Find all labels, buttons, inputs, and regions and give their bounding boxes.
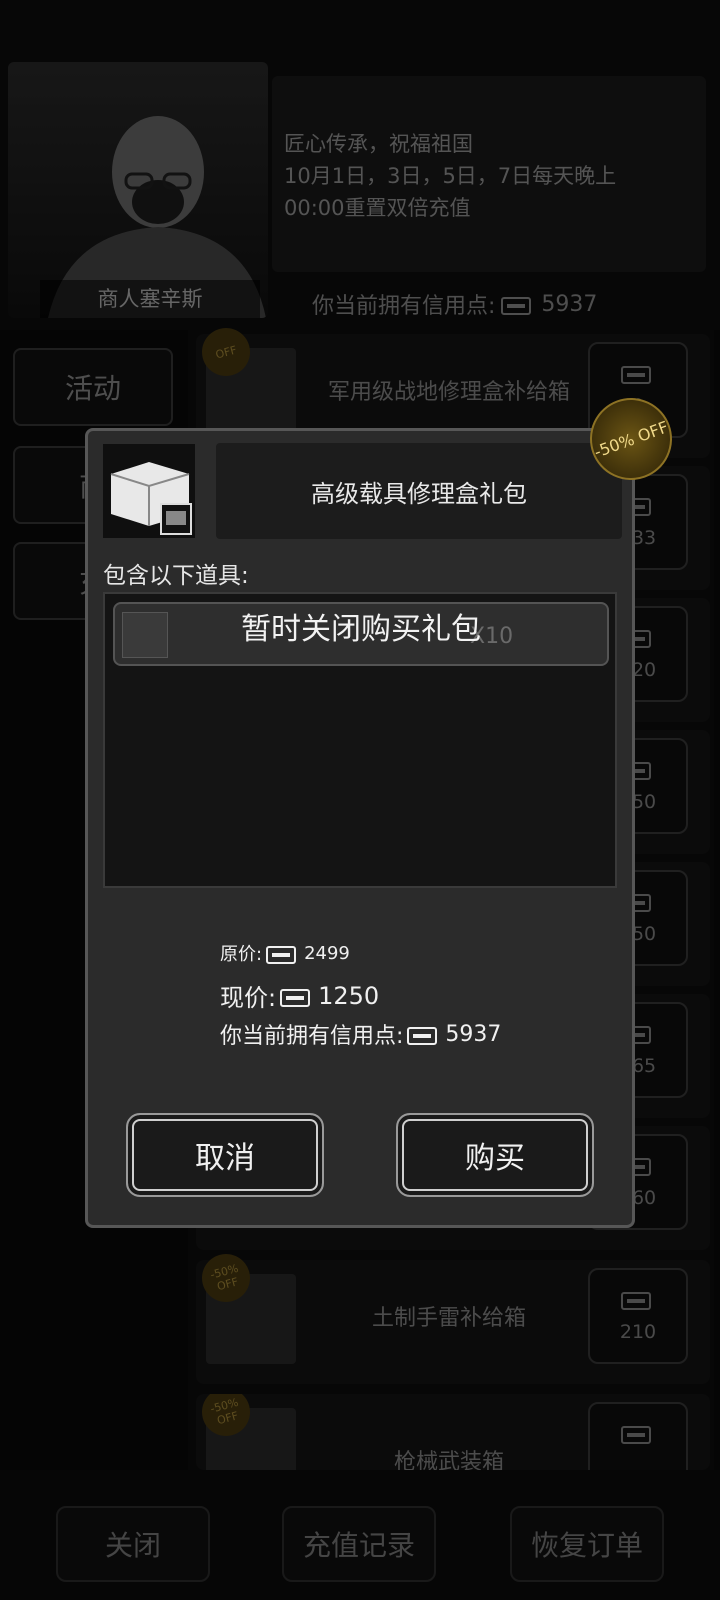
original-price-label: 原价:: [220, 944, 263, 965]
current-price-label: 现价:: [220, 984, 277, 1012]
dialog-credits-label: 你当前拥有信用点:: [220, 1024, 404, 1049]
dialog-credits: 你当前拥有信用点: 5937: [220, 1018, 501, 1050]
repair-box-icon: [103, 444, 195, 538]
original-price-value: 2499: [304, 942, 350, 964]
dialog-title: 高级载具修理盒礼包: [216, 443, 622, 539]
contains-label: 包含以下道具:: [103, 563, 249, 589]
credit-card-icon: [407, 1023, 441, 1045]
original-price: 原价: 2499: [220, 940, 350, 966]
buy-button-label: 购买: [465, 1141, 525, 1176]
cancel-button[interactable]: 取消: [126, 1113, 324, 1197]
credit-card-icon: [266, 942, 300, 964]
credit-card-icon: [280, 985, 314, 1007]
current-price-value: 1250: [318, 981, 380, 1010]
cancel-button-label: 取消: [195, 1141, 255, 1176]
purchase-closed-message: 暂时关闭购买礼包: [241, 612, 481, 647]
current-price: 现价: 1250: [220, 978, 379, 1013]
dialog-credits-value: 5937: [445, 1021, 502, 1047]
buy-button[interactable]: 购买: [396, 1113, 594, 1197]
dialog-title-text: 高级载具修理盒礼包: [311, 479, 527, 508]
